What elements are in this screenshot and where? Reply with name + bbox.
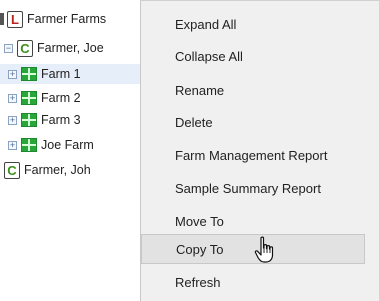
tree-node-label: Farmer Farms [27, 12, 107, 26]
farm-tree: L Farmer Farms − C Farmer, Joe + Farm 1 … [0, 0, 140, 301]
collapse-icon[interactable]: − [4, 43, 13, 53]
tree-node-label: Farm 3 [41, 113, 81, 127]
expand-icon[interactable]: + [8, 69, 17, 79]
grower-c-icon: C [17, 39, 33, 57]
menu-item-move-to[interactable]: Move To [141, 206, 365, 236]
tree-node-label: Farmer, Joh [24, 163, 91, 177]
tree-node-label: Farm 2 [41, 91, 81, 105]
menu-item-refresh[interactable]: Refresh [141, 267, 365, 297]
hand-pointer-icon [254, 236, 274, 263]
tree-node-label: Farm 1 [41, 67, 81, 81]
menu-item-copy-to[interactable]: Copy To [141, 234, 365, 264]
expand-icon[interactable]: + [8, 93, 17, 103]
menu-item-farm-management-report[interactable]: Farm Management Report [141, 140, 365, 170]
tree-node-label: Joe Farm [41, 138, 94, 152]
menu-item-collapse-all[interactable]: Collapse All [141, 41, 365, 71]
farm-icon [21, 113, 37, 127]
expand-icon[interactable]: + [8, 140, 17, 150]
tree-node-joe-farm[interactable]: + Joe Farm [8, 135, 94, 155]
menu-item-expand-all[interactable]: Expand All [141, 9, 365, 39]
grower-c-icon: C [4, 161, 20, 179]
tree-node-grower-joe[interactable]: − C Farmer, Joe [4, 38, 104, 58]
tree-node-label: Farmer, Joe [37, 41, 104, 55]
menu-item-sample-summary-report[interactable]: Sample Summary Report [141, 173, 365, 203]
tree-node-root[interactable]: L Farmer Farms [0, 9, 106, 29]
farm-icon [21, 91, 37, 105]
tree-node-farm-1[interactable]: + Farm 1 [0, 64, 140, 84]
expand-icon[interactable]: + [8, 115, 17, 125]
tree-node-grower-john[interactable]: C Farmer, Joh [4, 160, 91, 180]
menu-item-rename[interactable]: Rename [141, 75, 365, 105]
farm-icon [21, 138, 37, 152]
menu-item-delete[interactable]: Delete [141, 107, 365, 137]
tree-connector [0, 13, 4, 25]
tree-node-farm-2[interactable]: + Farm 2 [8, 88, 81, 108]
tree-node-farm-3[interactable]: + Farm 3 [8, 110, 81, 130]
farm-icon [21, 67, 37, 81]
organization-l-icon: L [7, 10, 23, 28]
